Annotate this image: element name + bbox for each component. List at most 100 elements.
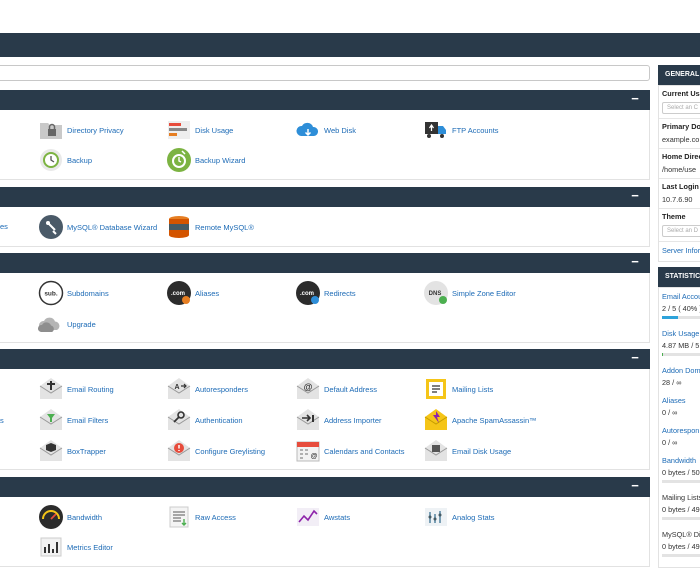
stat-mysql-disk-bar <box>662 554 700 557</box>
awstats-link[interactable]: Awstats <box>295 504 350 530</box>
sidebar-divider <box>659 178 700 179</box>
analog-stats-link[interactable]: Analog Stats <box>423 504 495 530</box>
stat-addon-domains-value: 28 / ∞ <box>662 378 682 387</box>
domains-collapse-button[interactable]: − <box>630 255 640 269</box>
address-importer-label: Address Importer <box>324 415 382 425</box>
redirects-label: Redirects <box>324 288 356 298</box>
boxtrapper-link[interactable]: BoxTrapper <box>38 438 106 464</box>
bandwidth-link[interactable]: Bandwidth <box>38 504 102 530</box>
web-disk-link[interactable]: Web Disk <box>295 117 356 143</box>
metrics-editor-icon <box>40 537 62 557</box>
primary-domain-label: Primary Do <box>662 122 700 131</box>
mysql-database-wizard-link[interactable]: MySQL® Database Wizard <box>38 214 157 240</box>
dns-icon: DNS <box>424 281 448 305</box>
sidebar-divider <box>659 118 700 119</box>
subdomains-link[interactable]: sub. Subdomains <box>38 280 109 306</box>
redirects-link[interactable]: .com Redirects <box>295 280 356 306</box>
metrics-collapse-button[interactable]: − <box>630 479 640 493</box>
metrics-panel: Bandwidth Raw Access Awstats Analog Stat… <box>0 497 650 567</box>
autoresponders-link[interactable]: A Autoresponders <box>166 376 248 402</box>
raw-access-icon <box>169 506 189 528</box>
email-filters-link[interactable]: Email Filters <box>38 407 108 433</box>
stat-mailing-lists-bar <box>662 517 700 520</box>
email-cut-off-label[interactable]: s <box>0 416 4 425</box>
disk-usage-icon <box>168 121 190 139</box>
stat-mysql-disk-value: 0 bytes / 49 <box>662 542 700 551</box>
configure-greylisting-link[interactable]: Configure Greylisting <box>166 438 265 464</box>
aliases-label: Aliases <box>195 288 220 298</box>
mailing-lists-icon <box>426 379 446 399</box>
stat-disk-usage-label[interactable]: Disk Usage <box>662 329 700 338</box>
cloud-icon <box>296 122 319 137</box>
stat-addon-domains-label[interactable]: Addon Dom <box>662 366 700 375</box>
email-filters-icon <box>39 409 63 430</box>
upgrade-link[interactable]: Upgrade <box>38 311 96 337</box>
subdomain-glyph: sub. <box>44 291 58 298</box>
backup-clock-icon <box>40 149 62 171</box>
autoresponders-label: Autoresponders <box>195 384 248 394</box>
databases-panel-header: − <box>0 187 650 207</box>
svg-text:@: @ <box>304 382 313 392</box>
metrics-editor-link[interactable]: Metrics Editor <box>38 534 113 560</box>
default-address-icon: @ <box>296 378 320 399</box>
mailing-lists-link[interactable]: Mailing Lists <box>423 376 493 402</box>
stat-email-accounts-value: 2 / 5 ( 40% ) <box>662 304 700 313</box>
calendars-and-contacts-link[interactable]: @ Calendars and Contacts <box>295 438 404 464</box>
theme-label: Theme <box>662 212 686 221</box>
domains-panel-header: − <box>0 253 650 273</box>
current-user-select[interactable]: Select an C <box>662 102 700 114</box>
disk-usage-link[interactable]: Disk Usage <box>166 117 233 143</box>
stat-aliases-label[interactable]: Aliases <box>662 396 700 405</box>
db-wizard-icon <box>39 215 63 239</box>
boxtrapper-label: BoxTrapper <box>67 446 106 456</box>
files-collapse-button[interactable]: − <box>630 92 640 106</box>
aliases-icon: .com <box>167 281 191 305</box>
subdomain-icon: sub. <box>38 280 64 306</box>
server-information-link[interactable]: Server Infor <box>662 246 700 255</box>
awstats-icon <box>297 508 319 526</box>
backup-wizard-link[interactable]: Backup Wizard <box>166 147 245 173</box>
email-disk-usage-label: Email Disk Usage <box>452 446 512 456</box>
primary-domain-value: example.co <box>662 135 700 144</box>
sidebar-divider <box>659 148 700 149</box>
current-user-label: Current Us <box>662 89 700 98</box>
backup-link[interactable]: Backup <box>38 147 92 173</box>
databases-collapse-button[interactable]: − <box>630 189 640 203</box>
simple-zone-editor-link[interactable]: DNS Simple Zone Editor <box>423 280 516 306</box>
dns-glyph: DNS <box>429 291 442 297</box>
authentication-link[interactable]: Authentication <box>166 407 243 433</box>
raw-access-link[interactable]: Raw Access <box>166 504 236 530</box>
bandwidth-gauge-icon <box>39 505 63 529</box>
upgrade-cloud-icon <box>38 317 60 332</box>
stat-bar-fill <box>662 353 664 356</box>
email-disk-usage-link[interactable]: Email Disk Usage <box>423 438 511 464</box>
apache-spamassassin-link[interactable]: Apache SpamAssassin™ <box>423 407 537 433</box>
home-directory-value: /home/use <box>662 165 697 174</box>
databases-cut-off-label[interactable]: es <box>0 222 8 231</box>
stat-autoresponders-label[interactable]: Autorespon <box>662 426 700 435</box>
upgrade-label: Upgrade <box>67 319 96 329</box>
stat-email-accounts-label[interactable]: Email Accou <box>662 292 700 301</box>
search-input[interactable] <box>0 65 650 81</box>
sidebar-divider <box>659 241 700 242</box>
stat-disk-usage-value: 4.87 MB / 5 <box>662 341 700 350</box>
stat-bandwidth-label[interactable]: Bandwidth <box>662 456 700 465</box>
aliases-link[interactable]: .com Aliases <box>166 280 219 306</box>
email-routing-link[interactable]: Email Routing <box>38 376 114 402</box>
ftp-accounts-link[interactable]: FTP Accounts <box>423 117 499 143</box>
default-address-label: Default Address <box>324 384 377 394</box>
mailing-lists-label: Mailing Lists <box>452 384 494 394</box>
default-address-link[interactable]: @ Default Address <box>295 376 377 402</box>
remote-mysql-link[interactable]: Remote MySQL® <box>166 214 254 240</box>
email-collapse-button[interactable]: − <box>630 351 640 365</box>
stat-bandwidth-bar <box>662 480 700 483</box>
disk-usage-label: Disk Usage <box>195 125 234 135</box>
boxtrapper-icon <box>39 440 63 461</box>
sidebar-divider <box>659 208 700 209</box>
domains-panel: sub. Subdomains .com Aliases .com Redire… <box>0 273 650 343</box>
spamassassin-icon <box>424 409 448 430</box>
greylisting-icon <box>167 440 191 461</box>
address-importer-link[interactable]: Address Importer <box>295 407 382 433</box>
theme-select[interactable]: Select an D <box>662 225 700 237</box>
directory-privacy-link[interactable]: Directory Privacy <box>38 117 124 143</box>
